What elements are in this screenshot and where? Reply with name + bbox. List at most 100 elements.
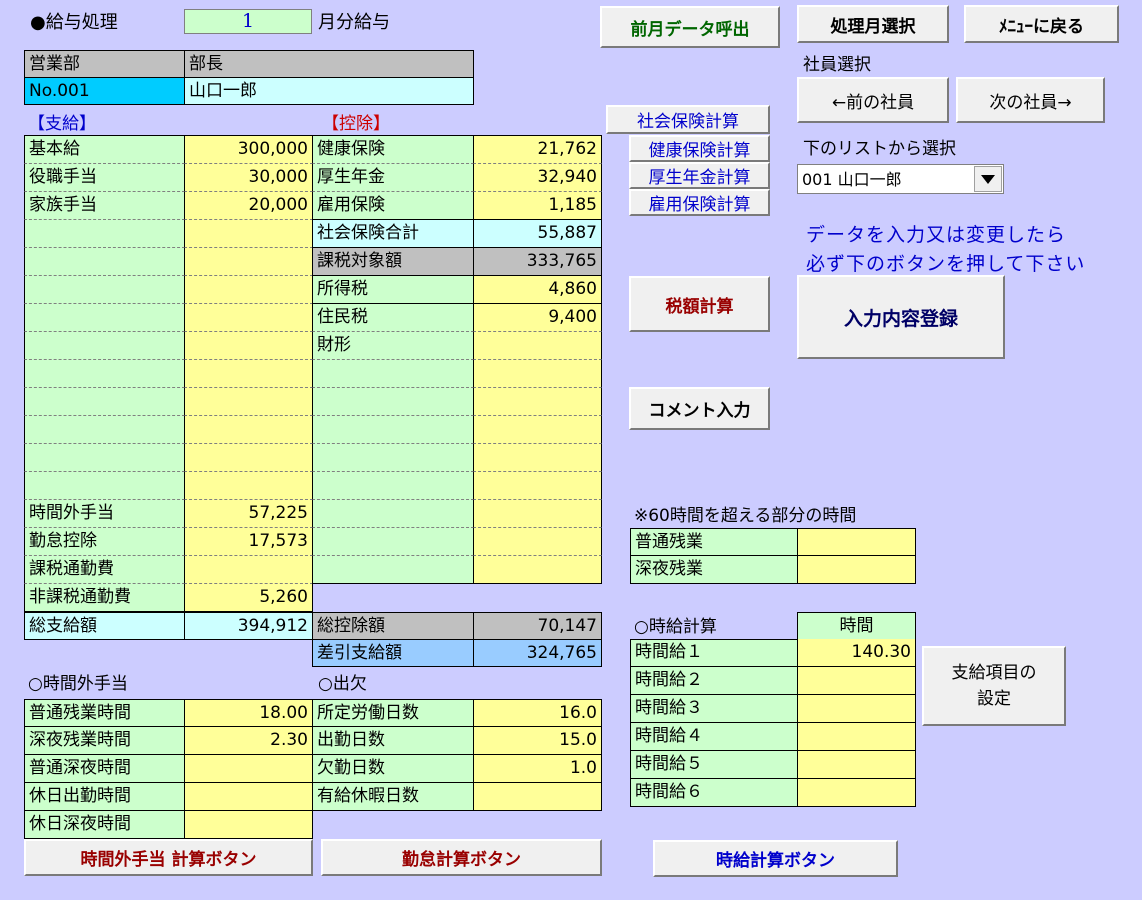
attendance-calc-button[interactable]: 勤怠計算ボタン bbox=[321, 839, 602, 876]
hourly-column-header: 時間 bbox=[797, 612, 916, 640]
pay-item-value[interactable] bbox=[184, 332, 313, 360]
hourly-value[interactable] bbox=[797, 723, 916, 751]
attendance-title: ○出欠 bbox=[318, 674, 367, 694]
hourly-value[interactable] bbox=[797, 751, 916, 779]
deduction-total-label: 総控除額 bbox=[312, 612, 474, 640]
overtime-value[interactable]: 2.30 bbox=[184, 727, 313, 755]
emp-no: No.001 bbox=[24, 77, 185, 105]
hourly-value[interactable]: 140.30 bbox=[797, 639, 916, 667]
pay-item-label bbox=[24, 472, 185, 500]
pay-item-value[interactable]: 300,000 bbox=[184, 136, 313, 164]
pay-item-label: 役職手当 bbox=[24, 164, 185, 192]
deduction-item-value[interactable]: 1,185 bbox=[473, 192, 602, 220]
back-to-menu-button[interactable]: ﾒﾆｭｰに戻る bbox=[964, 5, 1119, 43]
overtime-title: ○時間外手当 bbox=[28, 674, 128, 694]
comment-input-button[interactable]: コメント入力 bbox=[629, 387, 770, 430]
deduction-item-value[interactable] bbox=[473, 472, 602, 500]
overtime-value[interactable] bbox=[184, 811, 313, 839]
pay-item-value[interactable]: 30,000 bbox=[184, 164, 313, 192]
tax-calc-button[interactable]: 税額計算 bbox=[629, 276, 770, 332]
taxable-amount-label: 課税対象額 bbox=[312, 248, 474, 276]
deduction-item-value[interactable] bbox=[473, 332, 602, 360]
pay-item-value[interactable] bbox=[184, 556, 313, 584]
deduction-item-label bbox=[312, 472, 474, 500]
employment-insurance-calc-button[interactable]: 雇用保険計算 bbox=[629, 189, 770, 216]
pay-item-value[interactable] bbox=[184, 444, 313, 472]
hourly-value[interactable] bbox=[797, 779, 916, 807]
attendance-value[interactable]: 16.0 bbox=[473, 699, 602, 727]
deduction-item-value[interactable] bbox=[473, 416, 602, 444]
hourly-calc-button[interactable]: 時給計算ボタン bbox=[653, 840, 898, 877]
hourly-label: 時間給５ bbox=[630, 751, 798, 779]
attendance-value[interactable]: 15.0 bbox=[473, 727, 602, 755]
pay-item-label: 非課税通勤費 bbox=[24, 584, 185, 612]
deduction-item-value[interactable] bbox=[473, 556, 602, 584]
register-input-button[interactable]: 入力内容登録 bbox=[797, 275, 1005, 359]
select-month-button[interactable]: 処理月選択 bbox=[797, 5, 949, 43]
pay-item-value[interactable] bbox=[184, 304, 313, 332]
deduction-item-label: 住民税 bbox=[312, 304, 474, 332]
taxable-amount-value: 333,765 bbox=[473, 248, 602, 276]
pay-item-value[interactable]: 5,260 bbox=[184, 584, 313, 612]
overtime-value[interactable] bbox=[184, 783, 313, 811]
net-pay-value: 324,765 bbox=[473, 639, 602, 667]
deduction-item-value[interactable] bbox=[473, 388, 602, 416]
hourly-value[interactable] bbox=[797, 667, 916, 695]
pay-item-settings-line1: 支給項目の bbox=[951, 663, 1037, 683]
attendance-label: 有給休暇日数 bbox=[312, 783, 474, 811]
employee-dropdown[interactable]: 001 山口一郎 bbox=[797, 164, 1004, 194]
health-insurance-calc-button[interactable]: 健康保険計算 bbox=[629, 135, 770, 162]
pay-item-value[interactable] bbox=[184, 276, 313, 304]
pay-item-value[interactable] bbox=[184, 248, 313, 276]
prev-employee-button[interactable]: ←前の社員 bbox=[797, 77, 949, 123]
hourly-value[interactable] bbox=[797, 695, 916, 723]
pay-item-value[interactable] bbox=[184, 388, 313, 416]
month-input[interactable]: 1 bbox=[184, 9, 312, 34]
pay-item-settings-line2: 設定 bbox=[977, 689, 1011, 709]
pay-item-settings-button[interactable]: 支給項目の 設定 bbox=[922, 646, 1066, 726]
dept-label: 営業部 bbox=[24, 50, 185, 78]
pay-item-value[interactable] bbox=[184, 220, 313, 248]
overtime-calc-button[interactable]: 時間外手当 計算ボタン bbox=[24, 839, 313, 876]
notice-line-2: 必ず下のボタンを押して下さい bbox=[806, 253, 1086, 275]
deduction-item-value[interactable]: 9,400 bbox=[473, 304, 602, 332]
pay-item-label bbox=[24, 416, 185, 444]
pension-calc-button[interactable]: 厚生年金計算 bbox=[629, 162, 770, 189]
pay-item-label: 時間外手当 bbox=[24, 500, 185, 528]
deduction-item-value[interactable]: 21,762 bbox=[473, 136, 602, 164]
pay-item-value[interactable]: 57,225 bbox=[184, 500, 313, 528]
deduction-item-value[interactable]: 4,860 bbox=[473, 276, 602, 304]
hourly-label: 時間給３ bbox=[630, 695, 798, 723]
attendance-value[interactable]: 1.0 bbox=[473, 755, 602, 783]
pay-item-value[interactable] bbox=[184, 360, 313, 388]
hourly-label: 時間給１ bbox=[630, 639, 798, 667]
list-select-label: 下のリストから選択 bbox=[803, 139, 956, 159]
attendance-label: 出勤日数 bbox=[312, 727, 474, 755]
pay-item-value[interactable] bbox=[184, 472, 313, 500]
overtime-value[interactable] bbox=[184, 755, 313, 783]
pay-item-value[interactable]: 17,573 bbox=[184, 528, 313, 556]
pay-item-value[interactable] bbox=[184, 416, 313, 444]
social-insurance-calc-button[interactable]: 社会保険計算 bbox=[606, 105, 770, 134]
deduction-item-value[interactable]: 32,940 bbox=[473, 164, 602, 192]
next-employee-button[interactable]: 次の社員→ bbox=[956, 77, 1105, 123]
deduction-item-label bbox=[312, 360, 474, 388]
attendance-label: 所定労働日数 bbox=[312, 699, 474, 727]
deduction-item-value[interactable] bbox=[473, 444, 602, 472]
deduction-item-value[interactable] bbox=[473, 528, 602, 556]
deduction-item-value[interactable] bbox=[473, 500, 602, 528]
over60-value[interactable] bbox=[797, 528, 916, 556]
deduction-item-label bbox=[312, 444, 474, 472]
pay-item-label bbox=[24, 360, 185, 388]
overtime-label: 普通深夜時間 bbox=[24, 755, 185, 783]
prev-month-data-button[interactable]: 前月データ呼出 bbox=[600, 6, 780, 48]
overtime-value[interactable]: 18.00 bbox=[184, 699, 313, 727]
pay-item-value[interactable]: 20,000 bbox=[184, 192, 313, 220]
employee-select-label: 社員選択 bbox=[803, 55, 871, 75]
pay-item-label bbox=[24, 388, 185, 416]
over60-value[interactable] bbox=[797, 556, 916, 584]
deduction-item-value[interactable] bbox=[473, 360, 602, 388]
dropdown-value: 001 山口一郎 bbox=[802, 170, 902, 189]
chevron-down-icon[interactable] bbox=[974, 166, 1002, 192]
attendance-value[interactable] bbox=[473, 783, 602, 811]
